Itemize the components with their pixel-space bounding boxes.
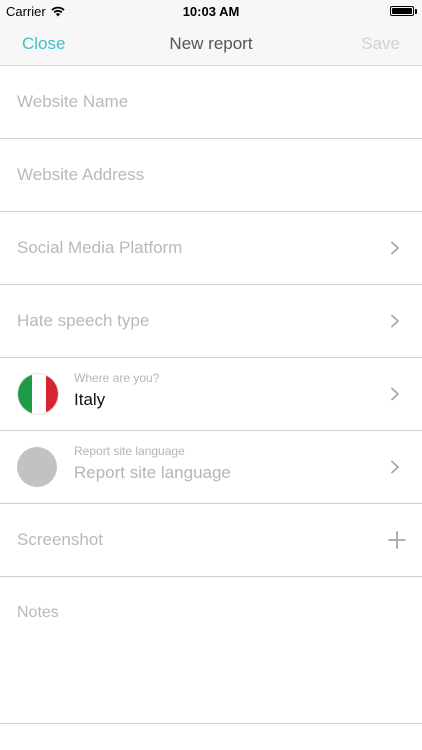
- site-language-caption: Report site language: [74, 444, 185, 458]
- site-language-row[interactable]: Report site language Report site languag…: [0, 431, 422, 504]
- location-text: Where are you? Italy: [74, 371, 159, 410]
- website-name-field[interactable]: Website Name: [0, 66, 422, 139]
- navigation-bar: Close New report Save: [0, 22, 422, 66]
- hate-speech-type-row[interactable]: Hate speech type: [0, 285, 422, 358]
- battery-icon: [390, 6, 417, 16]
- italy-flag-icon: [17, 373, 59, 415]
- report-form: Website Name Website Address Social Medi…: [0, 66, 422, 724]
- page-title: New report: [169, 34, 253, 53]
- language-placeholder-icon: [17, 447, 57, 487]
- save-button[interactable]: Save: [361, 34, 400, 54]
- site-language-value: Report site language: [74, 463, 231, 482]
- location-row[interactable]: Where are you? Italy: [0, 358, 422, 431]
- chevron-right-icon: [391, 314, 399, 328]
- social-media-platform-row[interactable]: Social Media Platform: [0, 212, 422, 285]
- chevron-right-icon: [391, 460, 399, 474]
- location-value: Italy: [74, 390, 106, 409]
- screenshot-row[interactable]: Screenshot: [0, 504, 422, 577]
- social-media-platform-label: Social Media Platform: [17, 238, 183, 257]
- chevron-right-icon: [391, 241, 399, 255]
- site-language-text: Report site language Report site languag…: [74, 444, 231, 483]
- screenshot-label: Screenshot: [17, 530, 103, 549]
- notes-field[interactable]: Notes: [0, 577, 422, 724]
- chevron-right-icon: [391, 387, 399, 401]
- website-name-placeholder: Website Name: [17, 92, 129, 111]
- website-address-placeholder: Website Address: [17, 165, 145, 184]
- status-bar: Carrier 10:03 AM: [0, 0, 422, 22]
- status-time: 10:03 AM: [182, 4, 240, 19]
- hate-speech-type-label: Hate speech type: [17, 311, 150, 330]
- location-caption: Where are you?: [74, 371, 160, 385]
- website-address-field[interactable]: Website Address: [0, 139, 422, 212]
- notes-placeholder: Notes: [17, 604, 59, 621]
- add-screenshot-icon[interactable]: [388, 531, 406, 549]
